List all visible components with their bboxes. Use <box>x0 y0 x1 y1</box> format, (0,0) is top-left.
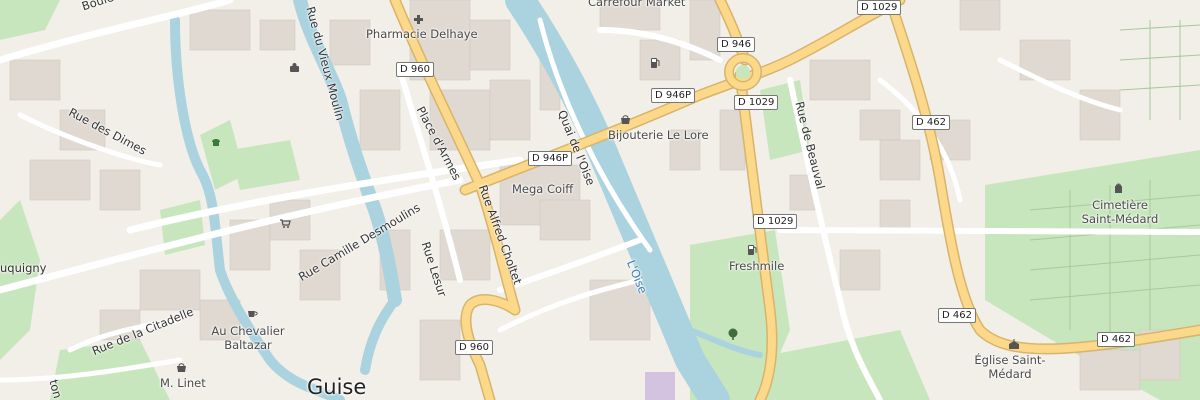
bus-icon[interactable] <box>209 135 223 149</box>
fuel-icon[interactable] <box>745 243 759 257</box>
poi-label-m-linet[interactable]: M. Linet <box>160 376 206 390</box>
road-shield-d1029: D 1029 <box>734 95 779 110</box>
poi-label-pharmacie-delhaye[interactable]: Pharmacie Delhaye <box>366 27 478 41</box>
poi-label-cimetiere-saint-medard[interactable]: Cimetière Saint-Médard <box>1080 198 1160 226</box>
road-shield-d960: D 960 <box>455 340 493 355</box>
road-shield-d1029: D 1029 <box>857 0 902 15</box>
jewelry-icon[interactable] <box>618 112 632 126</box>
poi-label-au-chevalier-baltazar[interactable]: Au Chevalier Baltazar <box>208 324 288 352</box>
poi-label-eglise-saint-medard[interactable]: Église Saint-Médard <box>970 353 1050 381</box>
pharmacy-icon[interactable] <box>411 12 425 26</box>
map-view[interactable]: Guise L'Oise Boulevard Pequereau Rue du … <box>0 0 1200 400</box>
road-shield-d462: D 462 <box>912 115 950 130</box>
poi-label-mega-coiff[interactable]: Mega Coiff <box>512 182 573 196</box>
supermarket-icon[interactable] <box>278 216 292 230</box>
cemetery-icon[interactable] <box>1111 181 1125 195</box>
playground-icon[interactable] <box>287 60 301 74</box>
cafe-icon[interactable] <box>246 306 260 320</box>
road-shield-d462: D 462 <box>1097 332 1135 347</box>
church-icon[interactable] <box>1007 337 1021 351</box>
road-shield-d946: D 946 <box>717 37 755 52</box>
road-shield-d1029: D 1029 <box>753 214 798 229</box>
road-shield-d462: D 462 <box>938 308 976 323</box>
road-shield-d946p: D 946P <box>651 88 695 103</box>
road-shield-d960: D 960 <box>396 62 434 77</box>
road-shield-d946p: D 946P <box>528 151 572 166</box>
fuel-icon[interactable] <box>648 56 662 70</box>
school-building <box>645 372 675 400</box>
poi-label-bijouterie-le-lore[interactable]: Bijouterie Le Lore <box>608 128 709 142</box>
poi-label-freshmile[interactable]: Freshmile <box>729 259 784 273</box>
street-label-uquigny: uquigny <box>0 261 47 275</box>
shop-icon[interactable] <box>174 360 188 374</box>
tree-icon[interactable] <box>726 327 740 341</box>
poi-label-carrefour-market[interactable]: Carrefour Market <box>588 0 685 9</box>
city-label: Guise <box>307 375 367 399</box>
